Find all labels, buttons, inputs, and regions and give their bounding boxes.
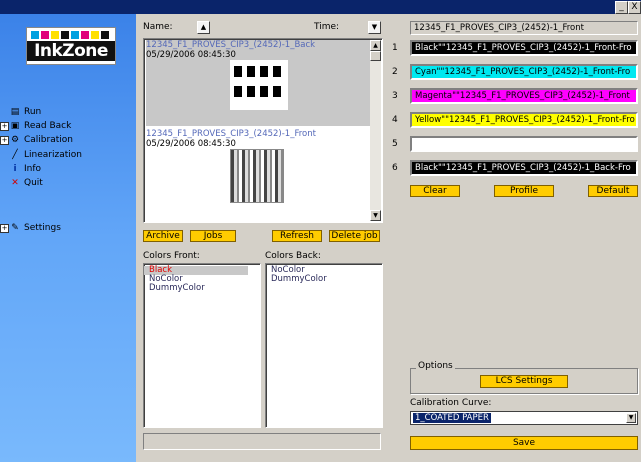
color-slot-field[interactable]: Yellow""12345_F1_PROVES_CIP3_(2452)-1_Fr… bbox=[410, 112, 638, 128]
time-header: Time: bbox=[314, 22, 340, 32]
default-button[interactable]: Default bbox=[588, 185, 638, 197]
sidebar-item-read-back[interactable]: + ▣ Read Back bbox=[0, 120, 72, 133]
scroll-thumb[interactable] bbox=[370, 51, 381, 61]
sidebar-item-settings[interactable]: + ✎ Settings bbox=[0, 222, 61, 235]
logo-swatch bbox=[91, 31, 99, 39]
jobs-button[interactable]: Jobs bbox=[190, 230, 236, 242]
colors-back-list[interactable]: NoColor DummyColor bbox=[265, 263, 383, 428]
logo-swatch bbox=[51, 31, 59, 39]
logo-swatch bbox=[61, 31, 69, 39]
sidebar-item-label: Info bbox=[24, 164, 42, 174]
color-slot-number: 2 bbox=[392, 67, 398, 77]
sidebar-item-info[interactable]: i Info bbox=[13, 163, 42, 176]
clear-button[interactable]: Clear bbox=[410, 185, 460, 197]
name-header: Name: bbox=[143, 22, 173, 32]
calibration-curve-value: 1_COATED PAPER bbox=[413, 413, 491, 423]
job-list-scrollbar[interactable]: ▲ ▼ bbox=[370, 40, 381, 221]
sidebar-item-label: Read Back bbox=[24, 121, 72, 131]
title-bar: _ X bbox=[0, 0, 641, 14]
expand-icon[interactable]: + bbox=[0, 136, 9, 145]
color-slot-number: 4 bbox=[392, 115, 398, 125]
sort-down-icon[interactable]: ▼ bbox=[368, 21, 381, 34]
color-slot-number: 3 bbox=[392, 91, 398, 101]
sidebar-item-label: Quit bbox=[24, 178, 43, 188]
colors-front-list[interactable]: Black NoColor DummyColor bbox=[143, 263, 261, 428]
minimize-button[interactable]: _ bbox=[615, 1, 628, 14]
archive-button[interactable]: Archive bbox=[143, 230, 183, 242]
logo-text: InkZone bbox=[27, 41, 115, 61]
sidebar-item-label: Run bbox=[24, 107, 42, 117]
job-date: 05/29/2006 08:45:30 bbox=[146, 50, 236, 60]
sidebar-item-label: Linearization bbox=[24, 150, 82, 160]
colors-front-label: Colors Front: bbox=[143, 251, 200, 261]
logo-swatch bbox=[41, 31, 49, 39]
readback-icon: ▣ bbox=[10, 121, 20, 131]
info-icon: i bbox=[13, 164, 17, 174]
sidebar bbox=[0, 14, 136, 462]
list-item[interactable]: DummyColor bbox=[144, 284, 260, 293]
color-slot-field[interactable]: Black""12345_F1_PROVES_CIP3_(2452)-1_Fro… bbox=[410, 40, 638, 56]
color-slot-field[interactable] bbox=[410, 136, 638, 152]
sidebar-item-label: Calibration bbox=[24, 135, 73, 145]
list-item[interactable]: DummyColor bbox=[266, 275, 382, 284]
settings-icon: ✎ bbox=[11, 223, 19, 233]
color-slot-field[interactable]: Magenta""12345_F1_PROVES_CIP3_(2452)-1_F… bbox=[410, 88, 638, 104]
save-button[interactable]: Save bbox=[410, 436, 638, 450]
job-date: 05/29/2006 08:45:30 bbox=[146, 139, 236, 149]
linearization-icon: ╱ bbox=[12, 150, 18, 160]
sidebar-item-calibration[interactable]: + ⚙ Calibration bbox=[0, 134, 73, 147]
close-button[interactable]: X bbox=[628, 1, 641, 14]
calibration-curve-select[interactable]: 1_COATED PAPER ▼ bbox=[410, 411, 638, 425]
logo-swatch bbox=[81, 31, 89, 39]
sort-up-icon[interactable]: ▲ bbox=[197, 21, 210, 34]
options-label: Options bbox=[416, 361, 455, 371]
quit-icon: ✕ bbox=[11, 178, 19, 188]
job-list[interactable]: 12345_F1_PROVES_CIP3_(2452)-1_Back 05/29… bbox=[143, 38, 383, 223]
scroll-up-icon[interactable]: ▲ bbox=[370, 40, 381, 51]
job-item-back[interactable]: 12345_F1_PROVES_CIP3_(2452)-1_Back 05/29… bbox=[146, 40, 371, 126]
job-thumbnail bbox=[230, 60, 288, 110]
colors-back-label: Colors Back: bbox=[265, 251, 321, 261]
job-item-front[interactable]: 12345_F1_PROVES_CIP3_(2452)-1_Front 05/2… bbox=[146, 129, 371, 219]
calibration-curve-label: Calibration Curve: bbox=[410, 398, 492, 408]
color-slot-number: 1 bbox=[392, 43, 398, 53]
status-field bbox=[143, 433, 381, 450]
sidebar-item-label: Settings bbox=[24, 223, 61, 233]
calibration-icon: ⚙ bbox=[10, 135, 20, 145]
color-slot-number: 5 bbox=[392, 139, 398, 149]
job-name: 12345_F1_PROVES_CIP3_(2452)-1_Back bbox=[146, 40, 316, 50]
inkzone-logo: InkZone bbox=[26, 27, 116, 65]
job-name: 12345_F1_PROVES_CIP3_(2452)-1_Front bbox=[146, 129, 316, 139]
color-slot-field[interactable]: Black""12345_F1_PROVES_CIP3_(2452)-1_Bac… bbox=[410, 160, 638, 176]
expand-icon[interactable]: + bbox=[0, 224, 9, 233]
logo-swatch bbox=[101, 31, 109, 39]
color-slot-field[interactable]: Cyan""12345_F1_PROVES_CIP3_(2452)-1_Fron… bbox=[410, 64, 638, 80]
delete-job-button[interactable]: Delete job bbox=[329, 230, 380, 242]
sidebar-item-run[interactable]: ▤ Run bbox=[11, 106, 42, 119]
chevron-down-icon[interactable]: ▼ bbox=[626, 413, 636, 423]
run-icon: ▤ bbox=[10, 107, 20, 117]
job-thumbnail bbox=[230, 149, 284, 203]
scroll-down-icon[interactable]: ▼ bbox=[370, 210, 381, 221]
expand-icon[interactable]: + bbox=[0, 122, 9, 131]
logo-swatch bbox=[71, 31, 79, 39]
sidebar-item-linearization[interactable]: ╱ Linearization bbox=[12, 149, 82, 162]
color-slot-number: 6 bbox=[392, 163, 398, 173]
profile-button[interactable]: Profile bbox=[494, 185, 554, 197]
logo-swatch bbox=[31, 31, 39, 39]
sidebar-item-quit[interactable]: ✕ Quit bbox=[11, 177, 43, 190]
job-title-field: 12345_F1_PROVES_CIP3_(2452)-1_Front bbox=[410, 21, 638, 35]
lcs-settings-button[interactable]: LCS Settings bbox=[480, 375, 568, 388]
refresh-button[interactable]: Refresh bbox=[272, 230, 322, 242]
